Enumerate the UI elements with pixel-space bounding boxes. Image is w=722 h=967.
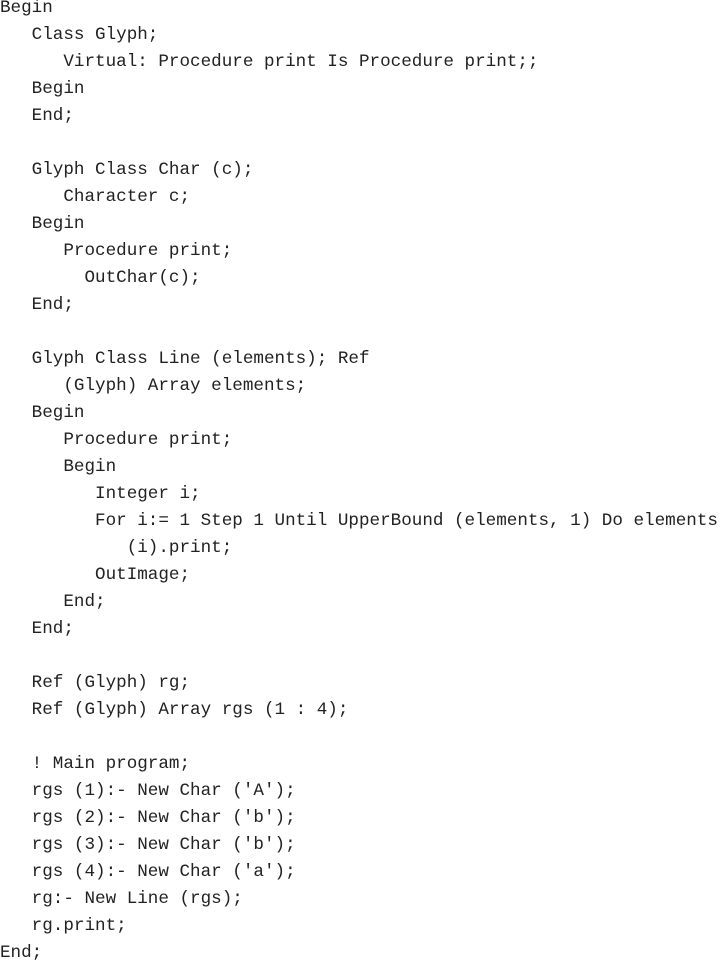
code-line: Virtual: Procedure print Is Procedure pr… (0, 52, 539, 72)
code-line: rgs (4):- New Char ('a'); (0, 862, 296, 882)
code-line: End; (0, 106, 74, 126)
code-line: Begin (0, 0, 53, 18)
code-line: Procedure print; (0, 430, 233, 450)
code-line: rg.print; (0, 916, 127, 936)
code-line: Begin (0, 457, 117, 477)
code-line: Procedure print; (0, 241, 233, 261)
code-line: Class Glyph; (0, 25, 159, 45)
code-line: rgs (2):- New Char ('b'); (0, 808, 296, 828)
code-line: rgs (3):- New Char ('b'); (0, 835, 296, 855)
code-line: Begin (0, 403, 85, 423)
code-line: Begin (0, 214, 85, 234)
code-line: rgs (1):- New Char ('A'); (0, 781, 296, 801)
code-line: OutImage; (0, 565, 191, 585)
code-listing: Begin Class Glyph; Virtual: Procedure pr… (0, 0, 722, 966)
code-line: End; (0, 592, 106, 612)
code-line: (i).print; (0, 538, 233, 558)
code-line: ! Main program; (0, 754, 191, 774)
code-line: For i:= 1 Step 1 Until UpperBound (eleme… (0, 511, 718, 531)
code-line: Character c; (0, 187, 191, 207)
code-line: End; (0, 295, 74, 315)
code-line: Ref (Glyph) rg; (0, 673, 191, 693)
code-line: Glyph Class Line (elements); Ref (0, 349, 370, 369)
code-line: (Glyph) Array elements; (0, 376, 307, 396)
code-line: End; (0, 619, 74, 639)
code-line: OutChar(c); (0, 268, 201, 288)
code-line: Glyph Class Char (c); (0, 160, 254, 180)
code-line: End; (0, 943, 43, 963)
code-line: Ref (Glyph) Array rgs (1 : 4); (0, 700, 349, 720)
code-line: Begin (0, 79, 85, 99)
code-line: rg:- New Line (rgs); (0, 889, 243, 909)
code-line: Integer i; (0, 484, 201, 504)
